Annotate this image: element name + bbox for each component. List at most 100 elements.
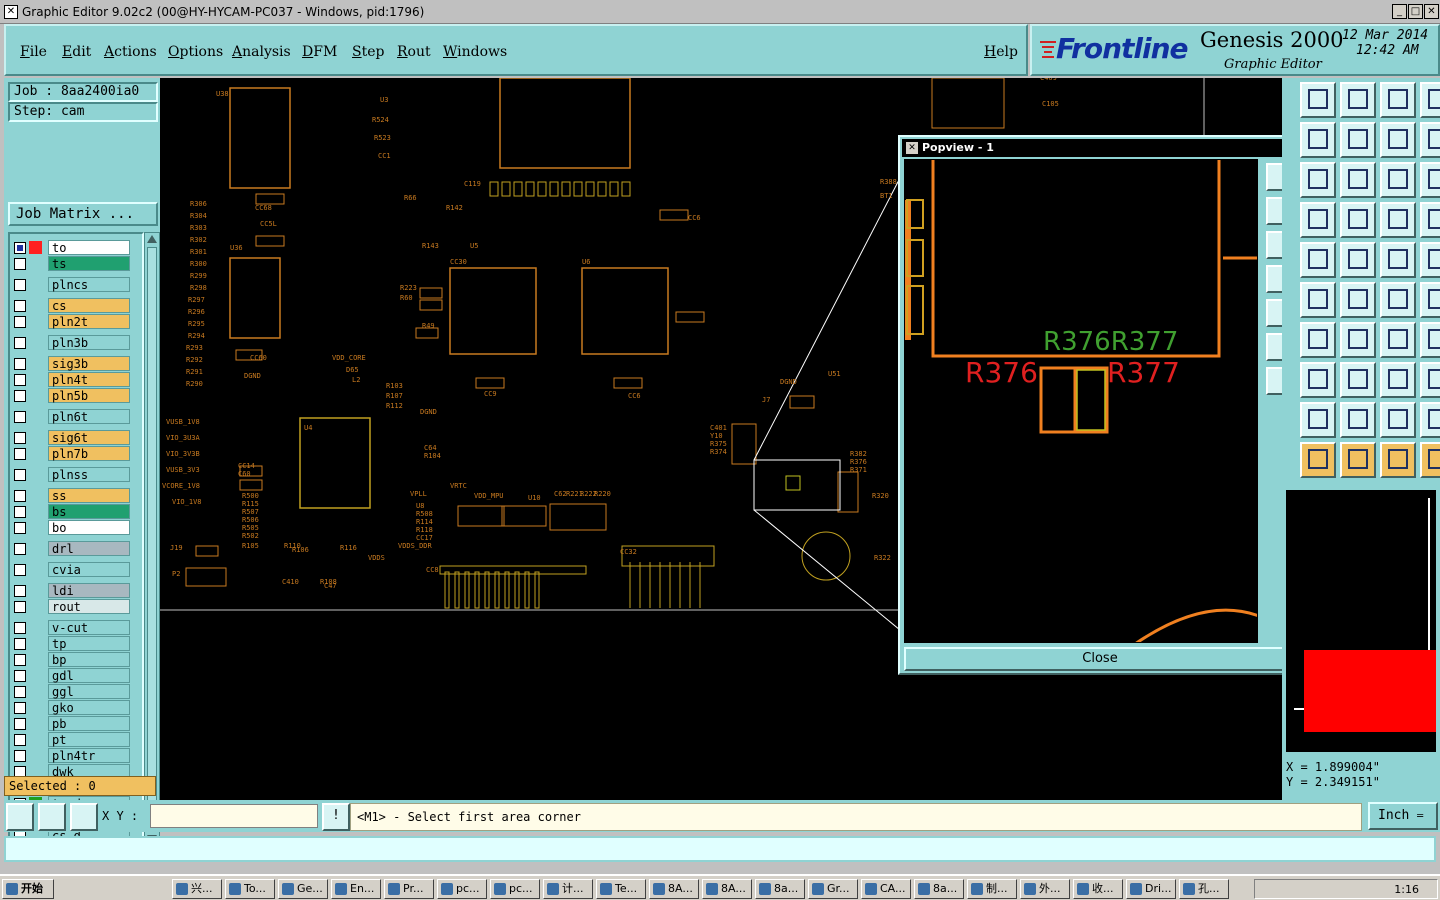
menu-options[interactable]: Options [168, 44, 223, 60]
taskbar-item[interactable]: 收... [1073, 879, 1123, 899]
scale-icon[interactable] [1380, 162, 1416, 198]
layer-name[interactable]: ss [48, 488, 130, 503]
layer-name[interactable]: pb [48, 716, 130, 731]
layer-name[interactable]: pt [48, 732, 130, 747]
layer-name[interactable]: pln2t [48, 314, 130, 329]
measure-icon[interactable] [38, 803, 66, 831]
help-icon[interactable] [1420, 162, 1440, 198]
menu-windows[interactable]: Windows [443, 44, 507, 60]
dot-icon-red[interactable] [1300, 362, 1336, 398]
arc-icon[interactable] [1380, 322, 1416, 358]
chart-icon[interactable] [1420, 442, 1440, 478]
triangle-b-icon[interactable] [1420, 402, 1440, 438]
taskbar-item[interactable]: Gr... [808, 879, 858, 899]
connect2-icon[interactable] [1420, 282, 1440, 318]
layer-checkbox[interactable] [14, 585, 26, 597]
paste-icon[interactable] [1340, 122, 1376, 158]
taskbar-item[interactable]: 8a... [755, 879, 805, 899]
layer-row-pb[interactable]: pb [10, 716, 134, 731]
taskbar-item[interactable]: 兴... [172, 879, 222, 899]
layer-row-drl[interactable]: drl [10, 541, 134, 556]
layer-row-to[interactable]: to [10, 240, 134, 255]
layer-checkbox[interactable] [14, 718, 26, 730]
layer-checkbox[interactable] [14, 670, 26, 682]
layer-checkbox[interactable] [14, 337, 26, 349]
layer-row-cs[interactable]: cs [10, 298, 134, 313]
layer-row-plncs[interactable]: plncs [10, 277, 134, 292]
layer-checkbox[interactable] [14, 390, 26, 402]
layer-checkbox[interactable] [14, 506, 26, 518]
layer-checkbox[interactable] [14, 522, 26, 534]
layer-name[interactable]: bp [48, 652, 130, 667]
layer-row-ts[interactable]: ts [10, 256, 134, 271]
layer-row-pln4t[interactable]: pln4t [10, 372, 134, 387]
layer-checkbox[interactable] [14, 564, 26, 576]
taskbar-item[interactable]: 8A... [649, 879, 699, 899]
xy-input[interactable] [150, 804, 318, 828]
layer-checkbox[interactable] [14, 411, 26, 423]
table-icon[interactable] [1340, 202, 1376, 238]
layer-row-tp[interactable]: tp [10, 636, 134, 651]
scroll-thumb[interactable] [147, 247, 157, 827]
pointer-icon[interactable] [1340, 442, 1376, 478]
layer-checkbox[interactable] [14, 300, 26, 312]
layer-checkbox[interactable] [14, 654, 26, 666]
slider-icon[interactable] [1380, 202, 1416, 238]
taskbar-item[interactable]: Te... [596, 879, 646, 899]
pointer2-icon[interactable] [1380, 442, 1416, 478]
layer-checkbox[interactable] [14, 750, 26, 762]
layout-icon[interactable] [1420, 82, 1440, 118]
layer-checkbox[interactable] [14, 374, 26, 386]
layer-scrollbar[interactable] [144, 232, 160, 846]
layer-checkbox[interactable] [14, 258, 26, 270]
layer-checkbox[interactable] [14, 316, 26, 328]
layer-checkbox[interactable] [14, 601, 26, 613]
layer-name[interactable]: ggl [48, 684, 130, 699]
measure-icon[interactable] [1380, 362, 1416, 398]
taskbar-item[interactable]: Pr... [384, 879, 434, 899]
overview-view-area[interactable] [1304, 650, 1436, 732]
layer-row-pln3b[interactable]: pln3b [10, 335, 134, 350]
taskbar-item[interactable]: 外... [1020, 879, 1070, 899]
pattern-icon[interactable] [1420, 362, 1440, 398]
layer-row-pln4tr[interactable]: pln4tr [10, 748, 134, 763]
triangle-a-icon[interactable] [1380, 402, 1416, 438]
layer-row-ss[interactable]: ss [10, 488, 134, 503]
layer-checkbox[interactable] [14, 448, 26, 460]
import-icon[interactable] [1340, 82, 1376, 118]
layer-checkbox[interactable] [14, 622, 26, 634]
layer-checkbox[interactable] [14, 734, 26, 746]
layer-name[interactable]: plnss [48, 467, 130, 482]
layer-name[interactable]: sig3b [48, 356, 130, 371]
taskbar-item[interactable]: 孔... [1179, 879, 1229, 899]
taskbar-item[interactable]: 制... [967, 879, 1017, 899]
layer-row-cvia[interactable]: cvia [10, 562, 134, 577]
grid-icon[interactable] [1300, 202, 1336, 238]
move-icon[interactable] [1340, 162, 1376, 198]
layer-row-ldi[interactable]: ldi [10, 583, 134, 598]
taskbar-item[interactable]: pc... [490, 879, 540, 899]
menu-help[interactable]: Help [984, 44, 1018, 60]
hline-icon[interactable] [1340, 362, 1376, 398]
taskbar-item[interactable]: 8a... [914, 879, 964, 899]
layer-row-pln7b[interactable]: pln7b [10, 446, 134, 461]
layer-row-plnss[interactable]: plnss [10, 467, 134, 482]
layer-name[interactable]: ldi [48, 583, 130, 598]
layer-name[interactable]: bo [48, 520, 130, 535]
layer-row-ggl[interactable]: ggl [10, 684, 134, 699]
taskbar-item[interactable]: pc... [437, 879, 487, 899]
layer-name[interactable]: v-cut [48, 620, 130, 635]
menu-rout[interactable]: Rout [397, 44, 431, 60]
layer-row-bo[interactable]: bo [10, 520, 134, 535]
snap-icon[interactable] [70, 803, 98, 831]
menu-file[interactable]: File [20, 44, 47, 60]
layer-checkbox[interactable] [14, 543, 26, 555]
close-window-button[interactable]: ✕ [1424, 4, 1439, 19]
layer-checkbox[interactable] [14, 469, 26, 481]
taskbar-item[interactable]: Ge... [278, 879, 328, 899]
layer-checkbox[interactable] [14, 490, 26, 502]
start-button[interactable]: 开始 [2, 879, 54, 899]
triangle-icon[interactable] [1340, 402, 1376, 438]
menu-dfm[interactable]: DFM [302, 44, 337, 60]
layer-checkbox[interactable] [14, 358, 26, 370]
